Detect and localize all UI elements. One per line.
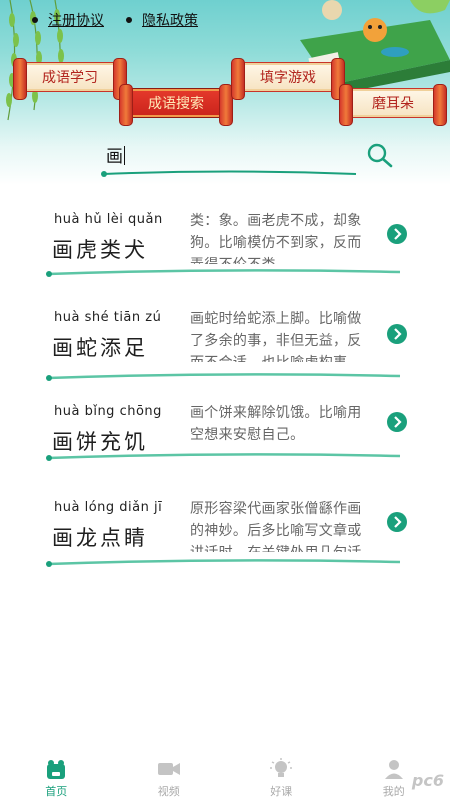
agreement-links: 注册协议 隐私政策 — [32, 10, 198, 30]
text-caret — [124, 146, 125, 165]
idiom-pinyin: huà hǔ lèi quǎn — [54, 212, 163, 227]
idiom-word: 画龙点睛 — [52, 526, 148, 550]
bottom-navigation: 首页 视频 好课 我的 — [0, 752, 450, 800]
search-bar: 画 — [100, 142, 400, 178]
nav-courses-label: 好课 — [270, 785, 293, 798]
chevron-right-icon[interactable] — [387, 224, 407, 244]
nav-home[interactable]: 首页 — [0, 752, 113, 800]
idiom-meaning: 画蛇时给蛇添上脚。比喻做了多余的事，非但无益，反而不合适。也比喻虚构事实，无中生… — [190, 311, 362, 362]
item-divider — [46, 373, 401, 381]
nav-home-label: 首页 — [45, 785, 68, 798]
tab-idiom-search[interactable]: 成语搜索 — [119, 84, 233, 126]
search-icon[interactable] — [366, 142, 394, 170]
idiom-pinyin: huà shé tiān zú — [54, 310, 162, 325]
idiom-meaning: 原形容梁代画家张僧繇作画的神妙。后多比喻写文章或讲话时，在关键处用几句话点明实质… — [190, 501, 362, 552]
video-icon — [157, 763, 180, 775]
idiom-word: 画虎类犬 — [52, 238, 148, 262]
bullet-icon — [126, 17, 132, 23]
search-input-value: 画 — [106, 147, 123, 167]
idiom-word: 画蛇添足 — [52, 336, 148, 360]
nav-video[interactable]: 视频 — [113, 752, 226, 800]
idiom-item[interactable]: huà hǔ lèi quǎn 画虎类犬 类：象。画老虎不成，却象狗。比喻模仿不… — [0, 200, 450, 284]
chevron-right-icon[interactable] — [387, 412, 407, 432]
idiom-pinyin: huà bǐng chōng — [54, 404, 162, 419]
search-underline — [101, 170, 357, 177]
idiom-meaning: 类：象。画老虎不成，却象狗。比喻模仿不到家，反而弄得不伦不类。 — [190, 213, 362, 264]
header-banner: 注册协议 隐私政策 成语学习 成语搜索 填字游戏 磨耳朵 画 — [0, 0, 450, 185]
idiom-meaning: 画个饼来解除饥饿。比喻用空想来安慰自己。 — [190, 405, 362, 443]
item-divider — [46, 453, 401, 461]
nav-video-label: 视频 — [157, 785, 180, 798]
register-agreement-link[interactable]: 注册协议 — [32, 10, 104, 30]
idiom-item[interactable]: huà lóng diǎn jī 画龙点睛 原形容梁代画家张僧繇作画的神妙。后多… — [0, 488, 450, 572]
nav-profile-label: 我的 — [382, 785, 405, 798]
nav-courses[interactable]: 好课 — [225, 752, 338, 800]
tab-ear-training[interactable]: 磨耳朵 — [339, 84, 447, 126]
tab-fill-in-game[interactable]: 填字游戏 — [231, 58, 345, 100]
chevron-right-icon[interactable] — [387, 512, 407, 532]
idiom-item[interactable]: huà bǐng chōng 画饼充饥 画个饼来解除饥饿。比喻用空想来安慰自己。 — [0, 392, 450, 476]
item-divider — [46, 269, 401, 277]
lightbulb-icon — [270, 758, 293, 777]
idiom-pinyin: huà lóng diǎn jī — [54, 500, 163, 515]
search-input[interactable]: 画 — [106, 144, 356, 170]
bullet-icon — [32, 17, 38, 23]
watermark-logo: pc6 — [411, 771, 444, 790]
idiom-item[interactable]: huà shé tiān zú 画蛇添足 画蛇时给蛇添上脚。比喻做了多余的事，非… — [0, 298, 450, 382]
tab-idiom-learning[interactable]: 成语学习 — [13, 58, 127, 100]
privacy-policy-link[interactable]: 隐私政策 — [126, 10, 198, 30]
item-divider — [46, 559, 401, 567]
chevron-right-icon[interactable] — [387, 324, 407, 344]
profile-icon — [384, 760, 403, 779]
home-icon — [47, 760, 66, 779]
